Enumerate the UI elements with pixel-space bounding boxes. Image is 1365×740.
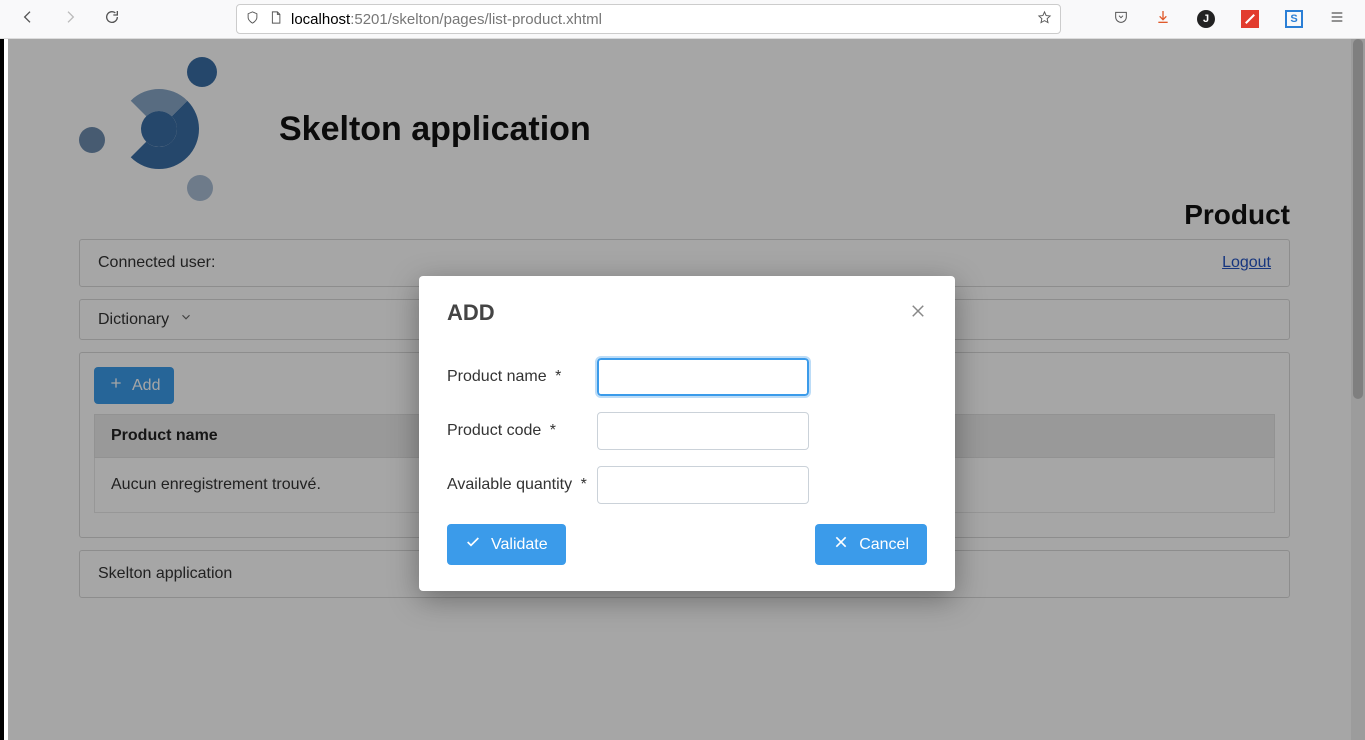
- nav-buttons: [10, 9, 120, 30]
- field-row-available-quantity: Available quantity *: [447, 466, 927, 504]
- browser-toolbar: localhost:5201/skelton/pages/list-produc…: [0, 0, 1365, 39]
- forward-button[interactable]: [62, 9, 78, 30]
- url-host: localhost: [291, 11, 350, 28]
- product-name-input[interactable]: [597, 358, 809, 396]
- url-bar[interactable]: localhost:5201/skelton/pages/list-produc…: [236, 4, 1061, 34]
- page-icon: [268, 10, 283, 29]
- extension-red-icon[interactable]: [1241, 10, 1259, 28]
- required-marker: *: [550, 422, 556, 439]
- available-quantity-label: Available quantity: [447, 476, 572, 493]
- reload-button[interactable]: [104, 9, 120, 30]
- close-icon: [909, 302, 927, 320]
- available-quantity-input[interactable]: [597, 466, 809, 504]
- back-button[interactable]: [20, 9, 36, 30]
- product-name-label: Product name: [447, 368, 547, 385]
- dialog-close-button[interactable]: [909, 302, 927, 325]
- field-row-product-name: Product name *: [447, 358, 927, 396]
- url-path: :5201/skelton/pages/list-product.xhtml: [350, 11, 602, 28]
- shield-icon: [245, 10, 260, 29]
- add-product-dialog: ADD Product name * Product code * Availa…: [419, 276, 955, 591]
- viewport: Skelton application Product Connected us…: [0, 39, 1365, 740]
- check-icon: [465, 534, 481, 555]
- cancel-button[interactable]: Cancel: [815, 524, 927, 565]
- url-text: localhost:5201/skelton/pages/list-produc…: [291, 11, 602, 28]
- x-icon: [833, 534, 849, 555]
- bookmark-star-icon[interactable]: [1037, 10, 1052, 29]
- validate-button[interactable]: Validate: [447, 524, 566, 565]
- extension-s-icon[interactable]: S: [1285, 10, 1303, 28]
- validate-button-label: Validate: [491, 536, 548, 554]
- cancel-button-label: Cancel: [859, 536, 909, 554]
- product-code-label: Product code: [447, 422, 541, 439]
- toolbar-right: J S: [1113, 9, 1355, 30]
- field-row-product-code: Product code *: [447, 412, 927, 450]
- download-icon[interactable]: [1155, 9, 1171, 30]
- pocket-icon[interactable]: [1113, 9, 1129, 30]
- product-code-input[interactable]: [597, 412, 809, 450]
- hamburger-menu-icon[interactable]: [1329, 9, 1345, 30]
- profile-icon[interactable]: J: [1197, 10, 1215, 28]
- required-marker: *: [581, 476, 587, 493]
- dialog-title: ADD: [447, 300, 495, 326]
- required-marker: *: [555, 368, 561, 385]
